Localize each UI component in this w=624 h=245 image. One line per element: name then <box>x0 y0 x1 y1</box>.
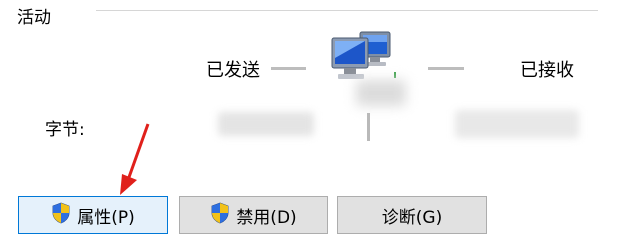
annotation-arrow-icon <box>120 123 150 195</box>
